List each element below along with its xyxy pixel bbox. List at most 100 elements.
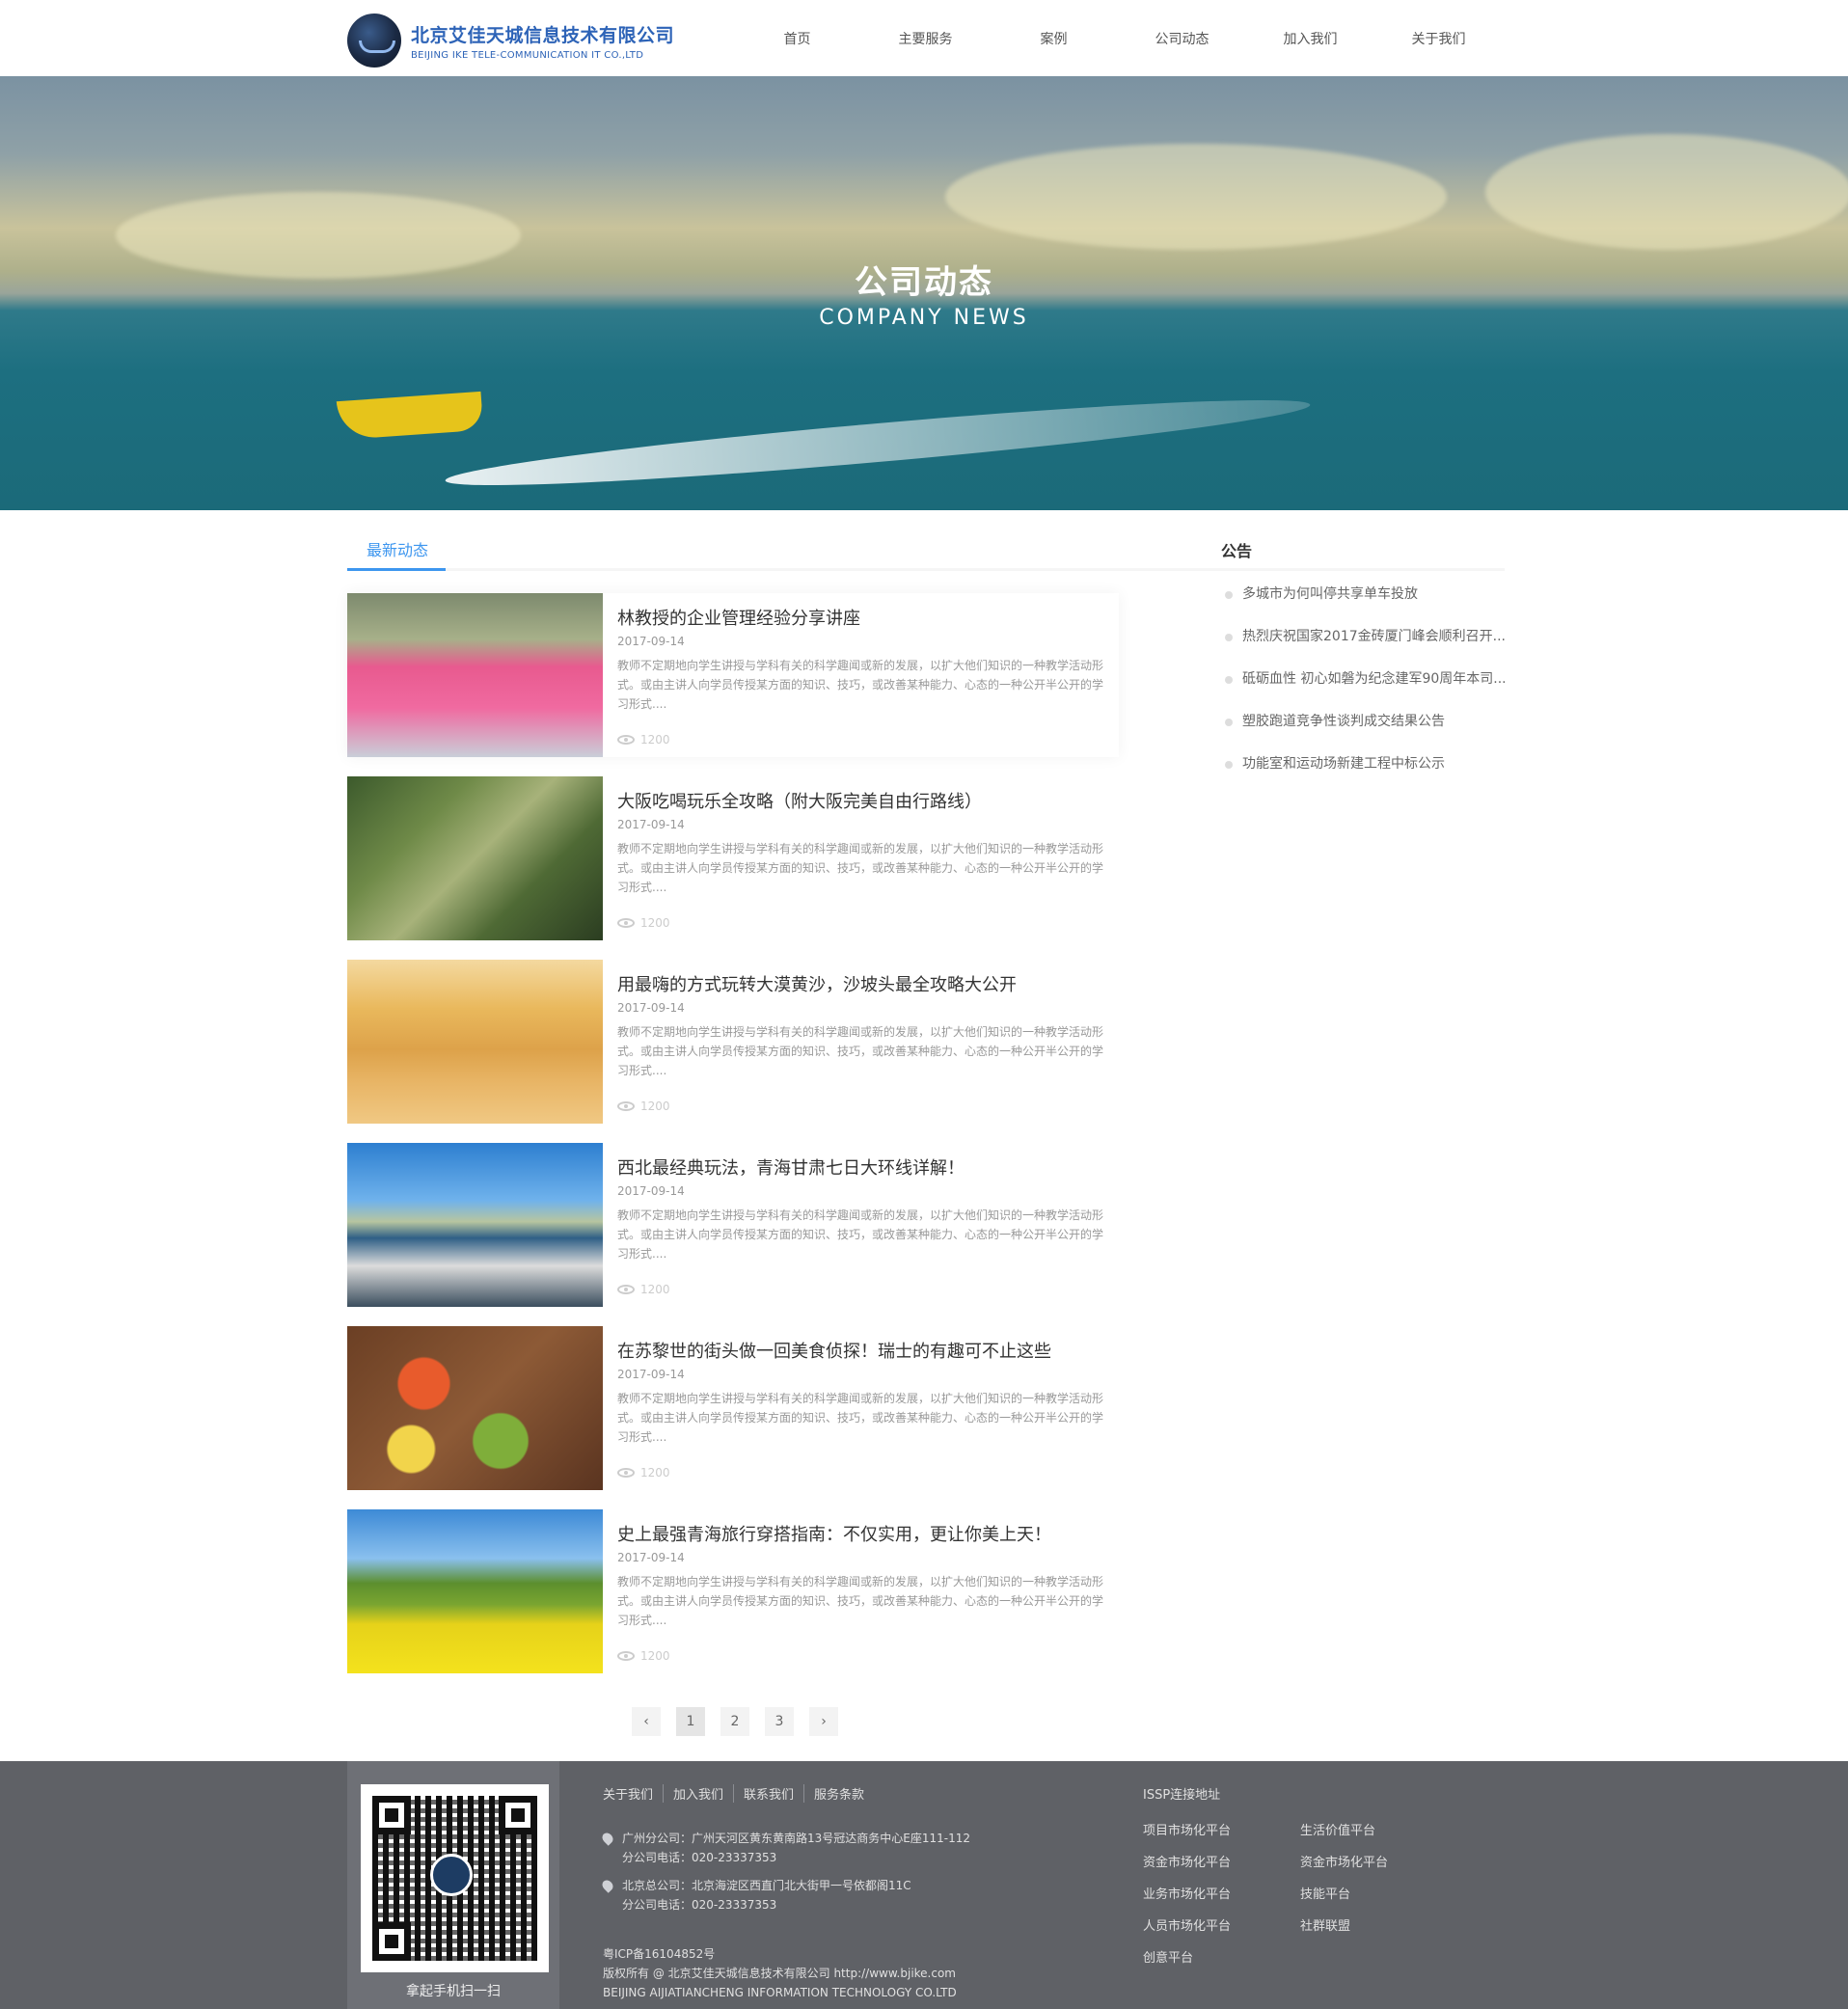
eye-icon [617, 735, 635, 745]
notice-item[interactable]: 热烈庆祝国家2017金砖厦门峰会顺利召开... [1206, 626, 1505, 668]
page-3-button[interactable]: 3 [765, 1707, 794, 1736]
logo-en-name: BEIJING IKE TELE-COMMUNICATION IT CO.,LT… [411, 49, 644, 61]
issp-links: ISSP连接地址 项目市场化平台 生活价值平台 资金市场化平台 资金市场化平台 … [1143, 1784, 1452, 1966]
issp-link[interactable]: 社群联盟 [1300, 1915, 1457, 1934]
eye-icon [617, 1285, 635, 1294]
nav-services[interactable]: 主要服务 [861, 29, 990, 48]
issp-link[interactable]: 人员市场化平台 [1143, 1915, 1300, 1934]
news-date: 2017-09-14 [617, 818, 685, 831]
eye-icon [617, 1468, 635, 1478]
footer-links: 关于我们 加入我们 联系我们 服务条款 [603, 1784, 874, 1803]
news-thumbnail[interactable] [347, 1326, 603, 1490]
nav-cases[interactable]: 案例 [990, 29, 1118, 48]
footer-link-contact[interactable]: 联系我们 [734, 1784, 805, 1803]
qr-box: 拿起手机扫一扫 [347, 1761, 559, 2009]
issp-link[interactable]: 生活价值平台 [1300, 1820, 1457, 1838]
news-views: 1200 [617, 733, 670, 747]
footer-link-join[interactable]: 加入我们 [664, 1784, 735, 1803]
news-item[interactable]: 在苏黎世的街头做一回美食侦探！瑞士的有趣可不止这些 2017-09-14 教师不… [347, 1326, 1119, 1490]
news-title[interactable]: 大阪吃喝玩乐全攻略（附大阪完美自由行路线） [617, 791, 1104, 814]
news-item[interactable]: 林教授的企业管理经验分享讲座 2017-09-14 教师不定期地向学生讲授与学科… [347, 593, 1119, 757]
news-thumbnail[interactable] [347, 1143, 603, 1307]
page-1-button[interactable]: 1 [676, 1707, 705, 1736]
page: 北京艾佳天城信息技术有限公司 BEIJING IKE TELE-COMMUNIC… [0, 0, 1848, 2009]
footer-link-terms[interactable]: 服务条款 [804, 1784, 874, 1803]
notice-item[interactable]: 塑胶跑道竞争性谈判成交结果公告 [1206, 711, 1505, 753]
news-item[interactable]: 大阪吃喝玩乐全攻略（附大阪完美自由行路线） 2017-09-14 教师不定期地向… [347, 776, 1119, 940]
issp-link[interactable]: 项目市场化平台 [1143, 1820, 1300, 1838]
logo-cn-name: 北京艾佳天城信息技术有限公司 [411, 24, 675, 46]
news-desc: 教师不定期地向学生讲授与学科有关的科学趣闻或新的发展，以扩大他们知识的一种教学活… [617, 1208, 1104, 1261]
news-thumbnail[interactable] [347, 1509, 603, 1673]
news-views: 1200 [617, 1649, 670, 1663]
banner-cloud [945, 144, 1447, 250]
banner-cloud [1485, 134, 1848, 250]
issp-title: ISSP连接地址 [1143, 1788, 1221, 1803]
news-date: 2017-09-14 [617, 1368, 685, 1381]
nav-join[interactable]: 加入我们 [1246, 29, 1374, 48]
nav-about[interactable]: 关于我们 [1374, 29, 1503, 48]
nav-home[interactable]: 首页 [733, 29, 861, 48]
page-2-button[interactable]: 2 [720, 1707, 749, 1736]
qr-finder [372, 1922, 411, 1961]
hero-banner: 公司动态 COMPANY NEWS [0, 76, 1848, 510]
next-page-button[interactable]: › [809, 1707, 838, 1736]
news-title[interactable]: 西北最经典玩法，青海甘肃七日大环线详解！ [617, 1157, 1104, 1181]
news-views: 1200 [617, 1100, 670, 1113]
news-date: 2017-09-14 [617, 635, 685, 648]
news-desc: 教师不定期地向学生讲授与学科有关的科学趣闻或新的发展，以扩大他们知识的一种教学活… [617, 842, 1104, 894]
news-date: 2017-09-14 [617, 1001, 685, 1015]
news-item[interactable]: 西北最经典玩法，青海甘肃七日大环线详解！ 2017-09-14 教师不定期地向学… [347, 1143, 1119, 1307]
news-item[interactable]: 用最嗨的方式玩转大漠黄沙，沙坡头最全攻略大公开 2017-09-14 教师不定期… [347, 960, 1119, 1124]
eye-icon [617, 918, 635, 928]
issp-link[interactable]: 创意平台 [1143, 1947, 1300, 1966]
news-list: 林教授的企业管理经验分享讲座 2017-09-14 教师不定期地向学生讲授与学科… [347, 593, 1119, 1693]
icp-number: 粤ICP备16104852号 [603, 1947, 716, 1961]
qr-caption: 拿起手机扫一扫 [406, 1984, 501, 1999]
news-views: 1200 [617, 916, 670, 930]
issp-link[interactable]: 业务市场化平台 [1143, 1884, 1300, 1902]
issp-link[interactable]: 资金市场化平台 [1143, 1852, 1300, 1870]
main-nav: 首页 主要服务 案例 公司动态 加入我们 关于我们 [733, 0, 1503, 76]
issp-link[interactable]: 技能平台 [1300, 1884, 1457, 1902]
notice-panel: 公告 多城市为何叫停共享单车投放 热烈庆祝国家2017金砖厦门峰会顺利召开...… [1206, 540, 1505, 796]
address-guangzhou: 广州分公司：广州天河区黄东黄南路13号冠达商务中心E座111-112 分公司电话… [600, 1829, 970, 1867]
news-desc: 教师不定期地向学生讲授与学科有关的科学趣闻或新的发展，以扩大他们知识的一种教学活… [617, 1025, 1104, 1077]
issp-link[interactable]: 资金市场化平台 [1300, 1852, 1457, 1870]
logo-icon [347, 14, 401, 68]
qr-code [361, 1784, 549, 1972]
nav-news[interactable]: 公司动态 [1118, 29, 1246, 48]
news-item[interactable]: 史上最强青海旅行穿搭指南：不仅实用，更让你美上天！ 2017-09-14 教师不… [347, 1509, 1119, 1673]
notice-title: 公告 [1206, 540, 1505, 571]
banner-title: 公司动态 [855, 263, 993, 302]
notice-list: 多城市为何叫停共享单车投放 热烈庆祝国家2017金砖厦门峰会顺利召开... 砥砺… [1206, 584, 1505, 796]
news-views: 1200 [617, 1466, 670, 1480]
qr-logo-icon [430, 1854, 473, 1896]
address-beijing: 北京总公司：北京海淀区西直门北大街甲一号依都阁11C 分公司电话：020-233… [600, 1876, 911, 1914]
eye-icon [617, 1651, 635, 1661]
news-desc: 教师不定期地向学生讲授与学科有关的科学趣闻或新的发展，以扩大他们知识的一种教学活… [617, 659, 1104, 711]
tab-latest-news[interactable]: 最新动态 [347, 540, 446, 571]
banner-boat [336, 391, 484, 441]
eye-icon [617, 1101, 635, 1111]
news-desc: 教师不定期地向学生讲授与学科有关的科学趣闻或新的发展，以扩大他们知识的一种教学活… [617, 1575, 1104, 1627]
footer: 拿起手机扫一扫 关于我们 加入我们 联系我们 服务条款 广州分公司：广州天河区黄… [0, 1761, 1848, 2009]
news-desc: 教师不定期地向学生讲授与学科有关的科学趣闻或新的发展，以扩大他们知识的一种教学活… [617, 1392, 1104, 1444]
qr-finder [372, 1796, 411, 1834]
logo[interactable]: 北京艾佳天城信息技术有限公司 BEIJING IKE TELE-COMMUNIC… [347, 14, 675, 68]
footer-link-about[interactable]: 关于我们 [603, 1784, 665, 1803]
news-thumbnail[interactable] [347, 776, 603, 940]
copyright: 版权所有 @ 北京艾佳天城信息技术有限公司 http://www.bjike.c… [603, 1967, 956, 1980]
notice-item[interactable]: 多城市为何叫停共享单车投放 [1206, 584, 1505, 626]
legal-info: 粤ICP备16104852号 版权所有 @ 北京艾佳天城信息技术有限公司 htt… [603, 1944, 957, 2002]
news-views: 1200 [617, 1283, 670, 1296]
notice-item[interactable]: 功能室和运动场新建工程中标公示 [1206, 753, 1505, 796]
news-thumbnail[interactable] [347, 960, 603, 1124]
news-title[interactable]: 林教授的企业管理经验分享讲座 [617, 608, 1104, 631]
news-title[interactable]: 史上最强青海旅行穿搭指南：不仅实用，更让你美上天！ [617, 1524, 1104, 1547]
news-title[interactable]: 用最嗨的方式玩转大漠黄沙，沙坡头最全攻略大公开 [617, 974, 1104, 997]
prev-page-button[interactable]: ‹ [632, 1707, 661, 1736]
news-thumbnail[interactable] [347, 593, 603, 757]
notice-item[interactable]: 砥砺血性 初心如磐为纪念建军90周年本司... [1206, 668, 1505, 711]
news-title[interactable]: 在苏黎世的街头做一回美食侦探！瑞士的有趣可不止这些 [617, 1341, 1104, 1364]
